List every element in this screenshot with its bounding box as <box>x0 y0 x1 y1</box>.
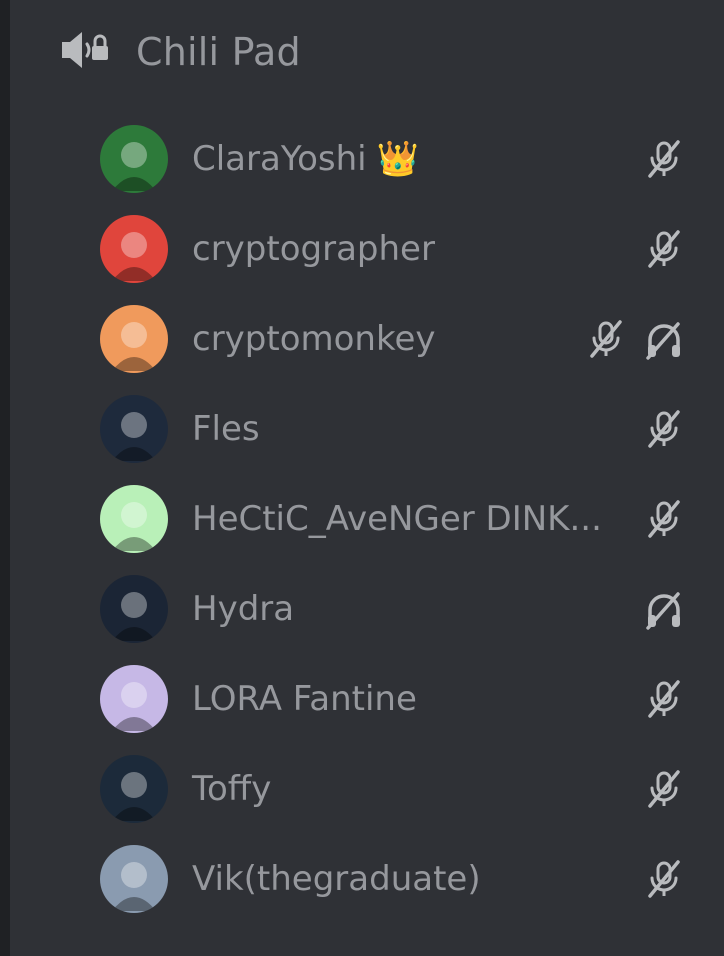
voice-user-row[interactable]: Fles <box>100 394 700 464</box>
left-edge-divider <box>0 0 10 956</box>
username: Toffy <box>192 769 271 809</box>
username: cryptomonkey <box>192 319 436 359</box>
username: cryptographer <box>192 229 435 269</box>
muted-microphone-icon <box>644 768 684 810</box>
muted-microphone-icon <box>644 228 684 270</box>
voice-user-row[interactable]: HeCtiC_AveNGer DINK... <box>100 484 700 554</box>
voice-channel-header[interactable]: Chili Pad <box>58 26 301 78</box>
username-text: LORA Fantine <box>192 679 417 719</box>
voice-user-row[interactable]: ClaraYoshi 👑 <box>100 124 700 194</box>
username-text: ClaraYoshi <box>192 139 367 179</box>
channel-name: Chili Pad <box>136 30 301 74</box>
username: LORA Fantine <box>192 679 417 719</box>
avatar[interactable] <box>100 755 168 823</box>
username-text: cryptomonkey <box>192 319 436 359</box>
username-text: HeCtiC_AveNGer DINK... <box>192 499 602 539</box>
avatar[interactable] <box>100 215 168 283</box>
muted-microphone-icon <box>586 318 626 360</box>
deafened-headphones-icon <box>644 588 684 630</box>
status-icons <box>644 394 684 464</box>
avatar[interactable] <box>100 125 168 193</box>
muted-microphone-icon <box>644 858 684 900</box>
status-icons <box>644 844 684 914</box>
status-icons <box>644 124 684 194</box>
voice-user-row[interactable]: Hydra <box>100 574 700 644</box>
muted-microphone-icon <box>644 408 684 450</box>
username-text: cryptographer <box>192 229 435 269</box>
username-text: Toffy <box>192 769 272 809</box>
username: Hydra <box>192 589 294 629</box>
username-text: Hydra <box>192 589 295 629</box>
username: Vik(thegraduate) <box>192 859 481 899</box>
avatar[interactable] <box>100 845 168 913</box>
username: Fles <box>192 409 260 449</box>
status-icons <box>644 664 684 734</box>
username: ClaraYoshi 👑 <box>192 139 419 179</box>
avatar[interactable] <box>100 575 168 643</box>
muted-microphone-icon <box>644 498 684 540</box>
username-text: Vik(thegraduate) <box>192 859 481 899</box>
voice-user-row[interactable]: Vik(thegraduate) <box>100 844 700 914</box>
voice-user-row[interactable]: Toffy <box>100 754 700 824</box>
avatar[interactable] <box>100 665 168 733</box>
status-icons <box>644 574 684 644</box>
avatar[interactable] <box>100 485 168 553</box>
status-icons <box>644 214 684 284</box>
status-icons <box>644 484 684 554</box>
muted-microphone-icon <box>644 138 684 180</box>
voice-user-row[interactable]: LORA Fantine <box>100 664 700 734</box>
speaker-lock-icon <box>58 24 114 80</box>
avatar[interactable] <box>100 305 168 373</box>
status-icons <box>644 754 684 824</box>
crown-icon: 👑 <box>376 139 419 179</box>
voice-user-row[interactable]: cryptographer <box>100 214 700 284</box>
avatar[interactable] <box>100 395 168 463</box>
muted-microphone-icon <box>644 678 684 720</box>
deafened-headphones-icon <box>644 318 684 360</box>
username-text: Fles <box>192 409 260 449</box>
username: HeCtiC_AveNGer DINK... <box>192 499 602 539</box>
status-icons <box>586 304 684 374</box>
voice-user-row[interactable]: cryptomonkey <box>100 304 700 374</box>
